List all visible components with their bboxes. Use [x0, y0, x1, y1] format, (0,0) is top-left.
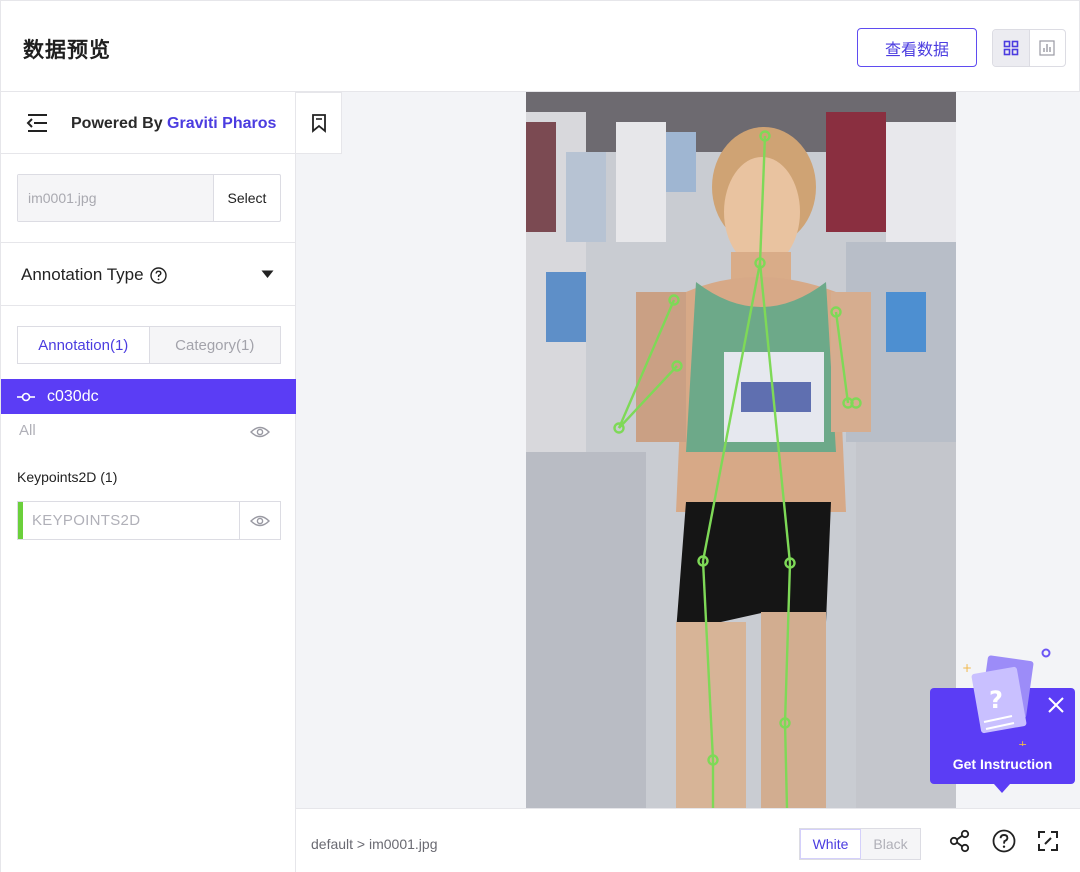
- bookmark-button[interactable]: [296, 92, 342, 154]
- runner-photo: [526, 92, 956, 808]
- caret-down-icon[interactable]: [261, 270, 274, 279]
- keypoints-layer-item[interactable]: KEYPOINTS2D: [17, 501, 281, 540]
- keypoint-icon: [17, 392, 35, 401]
- breadcrumb: default > im0001.jpg: [311, 836, 438, 852]
- file-selector: im0001.jpg Select: [17, 174, 281, 222]
- keypoints-layer-label: KEYPOINTS2D: [23, 502, 240, 539]
- annotation-item-selected[interactable]: c030dc: [1, 379, 296, 414]
- annotation-type-label: Annotation Type: [21, 265, 144, 284]
- svg-text:+: +: [1018, 738, 1027, 746]
- tab-annotation[interactable]: Annotation(1): [18, 327, 149, 363]
- grid-view-button[interactable]: [993, 30, 1029, 66]
- divider: [1, 242, 296, 243]
- fullscreen-icon[interactable]: [1036, 829, 1060, 853]
- tab-category[interactable]: Category(1): [148, 327, 280, 363]
- annotation-type-dropdown[interactable]: Annotation Type: [21, 265, 167, 285]
- keypoints-group-label: Keypoints2D (1): [17, 469, 118, 485]
- page-title: 数据预览: [23, 38, 111, 62]
- view-mode-toggle: [992, 29, 1066, 67]
- annotation-sidebar: Powered By Graviti Pharos im0001.jpg Sel…: [0, 92, 296, 872]
- popup-pointer: [994, 784, 1010, 793]
- select-file-button[interactable]: Select: [214, 175, 280, 221]
- canvas-footer: default > im0001.jpg White Black: [296, 808, 1080, 872]
- svg-text:+: +: [962, 661, 972, 675]
- bookmark-icon: [311, 114, 326, 133]
- annotation-tabs: Annotation(1) Category(1): [17, 326, 281, 364]
- chart-view-button[interactable]: [1028, 30, 1065, 66]
- svg-text:?: ?: [989, 686, 1003, 714]
- bg-white-option[interactable]: White: [800, 829, 861, 859]
- powered-by-label: Powered By: [71, 115, 163, 132]
- divider: [1, 305, 296, 306]
- share-icon[interactable]: [949, 829, 971, 853]
- help-circle-icon[interactable]: [992, 829, 1016, 853]
- bg-black-option[interactable]: Black: [861, 829, 920, 859]
- background-toggle: White Black: [799, 828, 921, 860]
- eye-icon: [250, 515, 270, 526]
- document-question-icon: + ? +: [962, 648, 1051, 746]
- collapse-left-icon[interactable]: [25, 112, 49, 134]
- brand-link[interactable]: Graviti Pharos: [167, 115, 276, 132]
- keypoints-visibility-toggle[interactable]: [240, 502, 280, 539]
- bar-chart-icon: [1039, 40, 1056, 56]
- annotation-item-label: c030dc: [47, 387, 99, 405]
- powered-by-bar: Powered By Graviti Pharos: [1, 92, 296, 154]
- question-circle-icon[interactable]: [149, 266, 167, 284]
- powered-by-text: Powered By Graviti Pharos: [71, 115, 276, 133]
- file-name-field[interactable]: im0001.jpg: [18, 175, 214, 221]
- get-instruction-label: Get Instruction: [952, 756, 1053, 772]
- header: 数据预览 查看数据: [0, 0, 1080, 92]
- eye-icon[interactable]: [250, 425, 270, 439]
- view-data-button[interactable]: 查看数据: [857, 28, 977, 67]
- grid-icon: [1003, 40, 1019, 56]
- annotated-image: [526, 92, 956, 808]
- all-label: All: [19, 422, 36, 439]
